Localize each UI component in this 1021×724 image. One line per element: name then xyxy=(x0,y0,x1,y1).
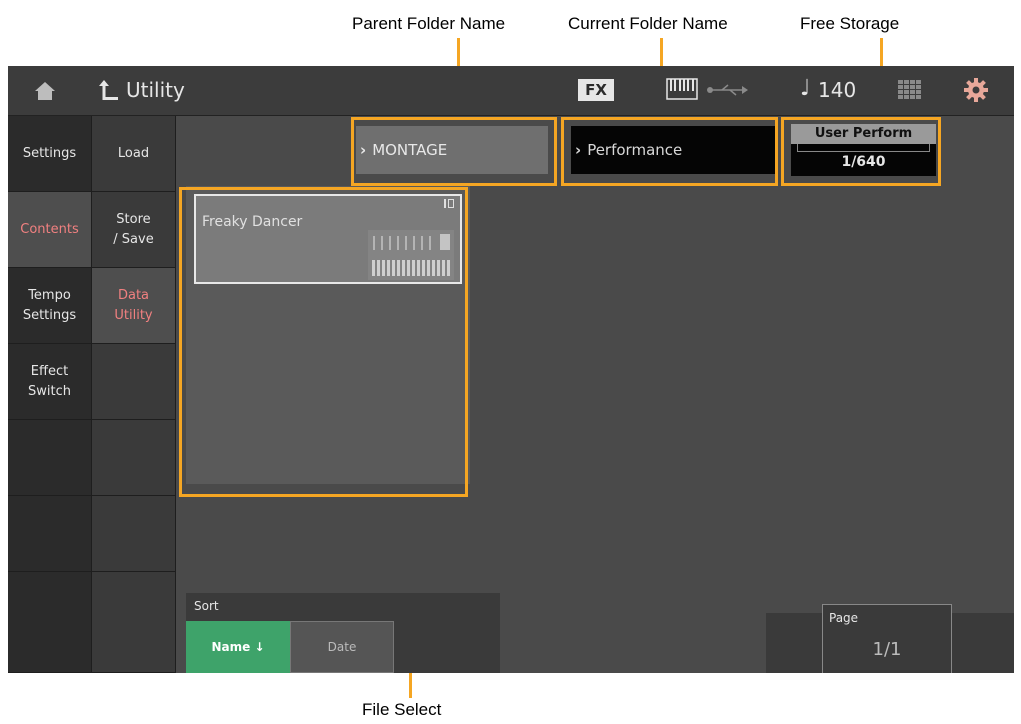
sort-panel: Sort Name ↓ Date xyxy=(186,593,500,673)
nav-empty-3 xyxy=(8,572,92,673)
page-side-left xyxy=(766,613,822,673)
nav-contents[interactable]: Contents xyxy=(8,192,92,268)
nav-empty-1 xyxy=(8,420,92,496)
usb-icon xyxy=(707,84,748,96)
sort-name-button[interactable]: Name ↓ xyxy=(186,621,290,673)
nav-tempo-settings[interactable]: Tempo Settings xyxy=(8,268,92,344)
highlight-current-folder xyxy=(561,117,778,186)
callout-current-folder-name: Current Folder Name xyxy=(568,14,728,33)
nav-empty-7 xyxy=(92,572,176,673)
nav-store-save[interactable]: Store / Save xyxy=(92,192,176,268)
highlight-parent-folder xyxy=(351,117,557,186)
sort-date-button[interactable]: Date xyxy=(290,621,394,673)
secondary-nav: Load Store / Save Data Utility xyxy=(92,116,176,673)
callout-free-storage: Free Storage xyxy=(800,14,900,33)
highlight-free-storage xyxy=(781,117,941,186)
nav-empty-4 xyxy=(92,344,176,420)
page-value: 1/1 xyxy=(872,639,902,660)
highlight-file-select xyxy=(179,187,468,497)
tempo-note-icon: ♩ xyxy=(800,76,811,101)
home-icon[interactable] xyxy=(34,81,56,101)
nav-settings[interactable]: Settings xyxy=(8,116,92,192)
callout-parent-folder-name: Parent Folder Name xyxy=(352,14,506,33)
nav-load[interactable]: Load xyxy=(92,116,176,192)
page-indicator[interactable]: Page 1/1 xyxy=(822,604,952,673)
fx-indicator[interactable]: FX xyxy=(578,79,614,101)
top-bar: Utility FX ♩ 140 xyxy=(8,66,1014,116)
keyboard-icon xyxy=(666,78,698,100)
back-icon[interactable] xyxy=(98,77,120,103)
gear-icon[interactable] xyxy=(964,78,988,102)
nav-empty-5 xyxy=(92,420,176,496)
sort-label: Sort xyxy=(194,599,219,613)
grid-icon[interactable] xyxy=(898,80,922,100)
page-side-right xyxy=(952,613,1014,673)
nav-data-utility[interactable]: Data Utility xyxy=(92,268,176,344)
page-label: Page xyxy=(829,611,859,625)
tempo-value[interactable]: 140 xyxy=(818,78,856,102)
callout-file-select: File Select xyxy=(362,700,442,719)
nav-effect-switch[interactable]: Effect Switch xyxy=(8,344,92,420)
nav-empty-6 xyxy=(92,496,176,572)
nav-empty-2 xyxy=(8,496,92,572)
page-title: Utility xyxy=(126,78,185,102)
primary-nav: Settings Contents Tempo Settings Effect … xyxy=(8,116,92,673)
